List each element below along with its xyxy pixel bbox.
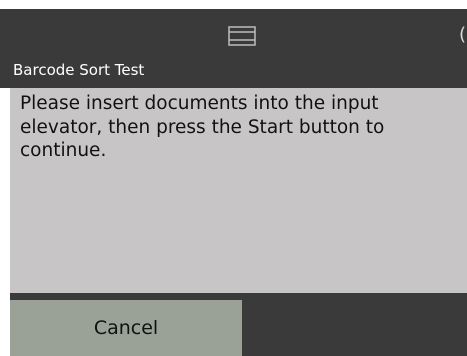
footer-bar: Cancel [10,293,467,356]
status-glyph: ( [459,24,467,45]
cancel-button[interactable]: Cancel [10,300,242,356]
instruction-message: Please insert documents into the input e… [20,93,385,161]
scanner-screen: ( Barcode Sort Test Please insert docume… [0,0,467,356]
header-bar: ( Barcode Sort Test [0,9,467,88]
document-tray-icon [228,26,256,46]
page-title: Barcode Sort Test [13,61,145,79]
message-panel: Please insert documents into the input e… [10,88,467,293]
